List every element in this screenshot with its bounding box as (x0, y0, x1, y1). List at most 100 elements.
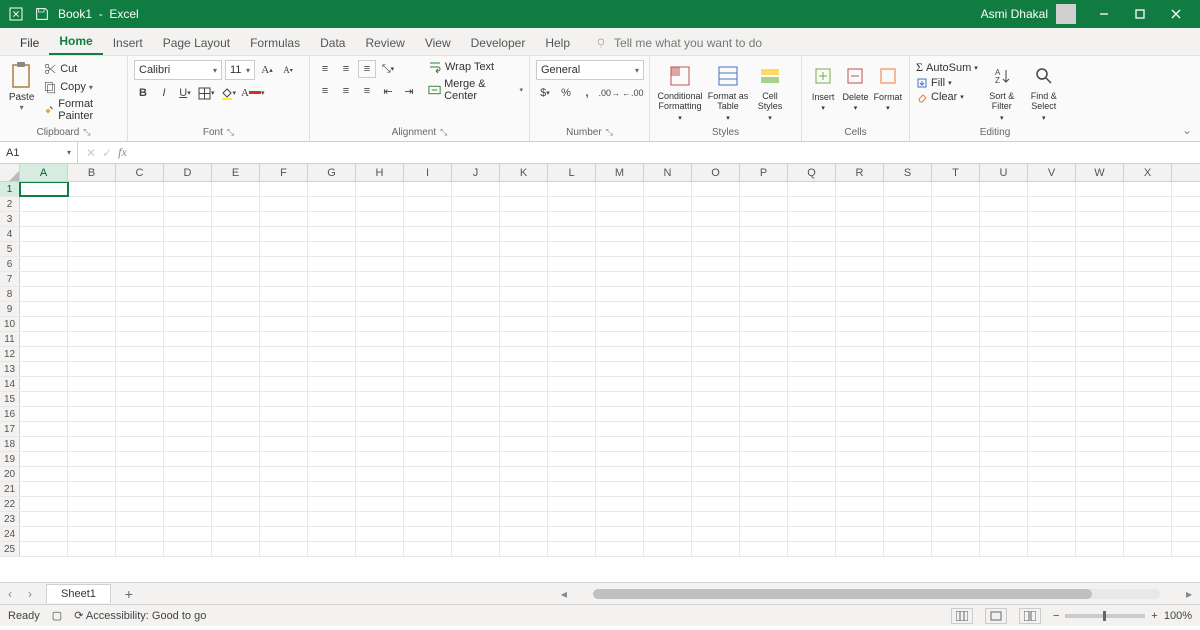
cell[interactable] (500, 542, 548, 556)
cell[interactable] (212, 392, 260, 406)
column-header[interactable]: D (164, 164, 212, 181)
cell[interactable] (788, 407, 836, 421)
cell[interactable] (404, 482, 452, 496)
cell[interactable] (1124, 287, 1172, 301)
cell[interactable] (932, 377, 980, 391)
cell[interactable] (1124, 197, 1172, 211)
cell[interactable] (356, 317, 404, 331)
cell[interactable] (932, 257, 980, 271)
cell[interactable] (404, 527, 452, 541)
cell[interactable] (980, 422, 1028, 436)
cell[interactable] (116, 347, 164, 361)
cell[interactable] (404, 392, 452, 406)
cell[interactable] (452, 287, 500, 301)
percent-button[interactable]: % (557, 84, 575, 102)
cell[interactable] (452, 392, 500, 406)
cell[interactable] (68, 422, 116, 436)
cell[interactable] (932, 392, 980, 406)
cell[interactable] (260, 482, 308, 496)
cell[interactable] (116, 332, 164, 346)
collapse-ribbon-icon[interactable]: ⌄ (1182, 123, 1192, 137)
cell[interactable] (548, 332, 596, 346)
currency-button[interactable]: $▾ (536, 84, 554, 102)
cell[interactable] (788, 242, 836, 256)
cell[interactable] (788, 332, 836, 346)
cell[interactable] (836, 542, 884, 556)
cell[interactable] (884, 452, 932, 466)
cell[interactable] (932, 347, 980, 361)
cell[interactable] (980, 362, 1028, 376)
cell[interactable] (116, 227, 164, 241)
cell[interactable] (164, 482, 212, 496)
cell[interactable] (452, 227, 500, 241)
cell[interactable] (1124, 407, 1172, 421)
cell[interactable] (164, 542, 212, 556)
cell[interactable] (740, 287, 788, 301)
cell[interactable] (164, 182, 212, 196)
cell[interactable] (980, 182, 1028, 196)
wrap-text-button[interactable]: Wrap Text (428, 60, 523, 74)
cell[interactable] (116, 182, 164, 196)
cell[interactable] (692, 317, 740, 331)
cell[interactable] (164, 272, 212, 286)
cell[interactable] (164, 347, 212, 361)
cell[interactable] (740, 422, 788, 436)
cell[interactable] (1028, 347, 1076, 361)
cell[interactable] (788, 362, 836, 376)
cell[interactable] (1124, 317, 1172, 331)
zoom-in-button[interactable]: + (1151, 610, 1157, 622)
cell[interactable] (644, 467, 692, 481)
cell[interactable] (836, 467, 884, 481)
cell[interactable] (1124, 377, 1172, 391)
autosum-button[interactable]: ΣAutoSum▾ (916, 60, 978, 75)
cell[interactable] (1124, 362, 1172, 376)
cell[interactable] (740, 467, 788, 481)
zoom-out-button[interactable]: − (1053, 610, 1059, 622)
cell[interactable] (1124, 497, 1172, 511)
clear-button[interactable]: Clear▾ (916, 91, 978, 103)
cell[interactable] (548, 527, 596, 541)
cell[interactable] (68, 332, 116, 346)
cell[interactable] (356, 497, 404, 511)
cell[interactable] (836, 332, 884, 346)
cell[interactable] (644, 302, 692, 316)
cell[interactable] (212, 437, 260, 451)
cell[interactable] (836, 407, 884, 421)
cell[interactable] (116, 527, 164, 541)
cell[interactable] (164, 497, 212, 511)
cell[interactable] (308, 257, 356, 271)
cell[interactable] (932, 362, 980, 376)
cell[interactable] (20, 302, 68, 316)
cell[interactable] (500, 197, 548, 211)
cell[interactable] (452, 212, 500, 226)
cell[interactable] (692, 287, 740, 301)
cell[interactable] (596, 347, 644, 361)
cell[interactable] (452, 422, 500, 436)
cell[interactable] (692, 377, 740, 391)
cell[interactable] (1076, 212, 1124, 226)
cell[interactable] (164, 362, 212, 376)
cell[interactable] (404, 347, 452, 361)
cell[interactable] (644, 437, 692, 451)
italic-button[interactable]: I (155, 84, 173, 102)
page-break-view-icon[interactable] (1019, 608, 1041, 624)
cell[interactable] (836, 227, 884, 241)
cell[interactable] (116, 242, 164, 256)
cell[interactable] (164, 317, 212, 331)
cell[interactable] (356, 257, 404, 271)
select-all-corner[interactable] (0, 164, 20, 181)
cell[interactable] (596, 182, 644, 196)
cell[interactable] (500, 437, 548, 451)
cell[interactable] (356, 512, 404, 526)
cell[interactable] (356, 242, 404, 256)
cell[interactable] (260, 317, 308, 331)
cell[interactable] (20, 542, 68, 556)
cell[interactable] (20, 467, 68, 481)
cell[interactable] (980, 482, 1028, 496)
insert-cells-button[interactable]: Insert▾ (808, 60, 838, 113)
column-header[interactable]: J (452, 164, 500, 181)
cell[interactable] (596, 422, 644, 436)
cell[interactable] (212, 452, 260, 466)
tab-developer[interactable]: Developer (461, 30, 536, 55)
cell[interactable] (260, 197, 308, 211)
